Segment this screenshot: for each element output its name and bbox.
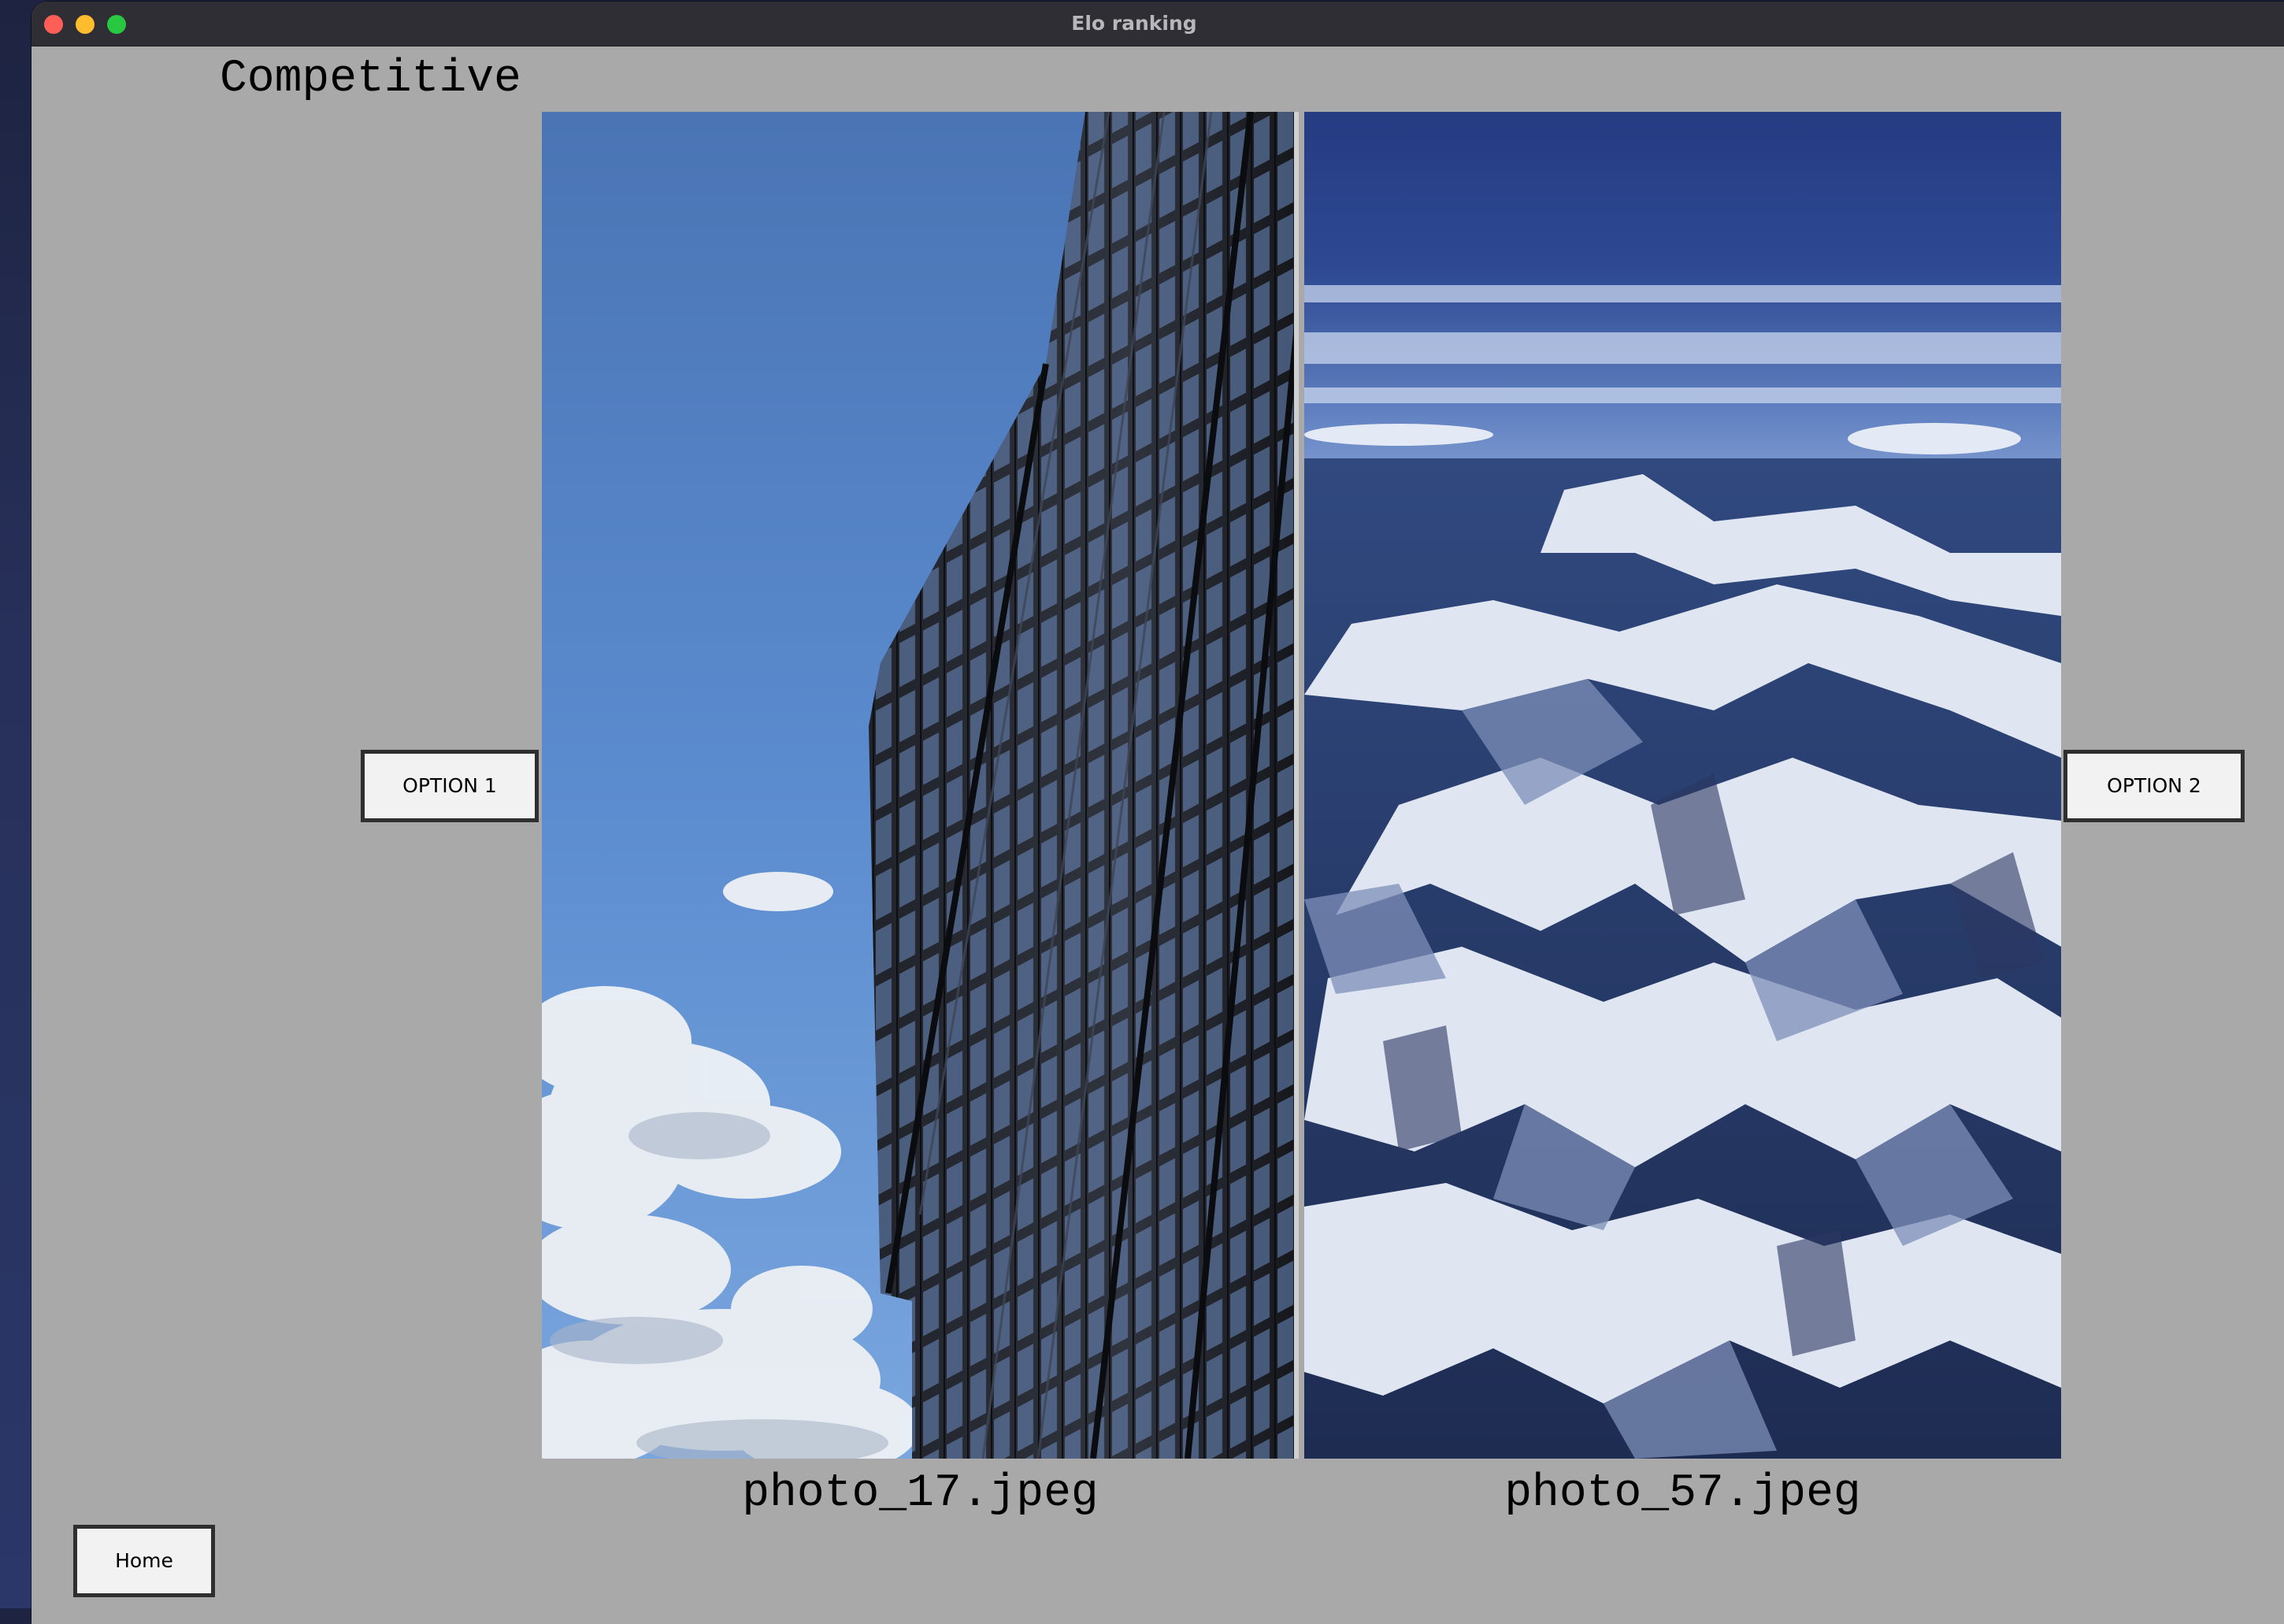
app-window: Elo ranking Competitive OPTION 1 OPTION … xyxy=(32,2,2284,1624)
option-2-image xyxy=(1304,112,2061,1459)
option-1-image xyxy=(542,112,1299,1459)
title-bar[interactable]: Elo ranking xyxy=(32,2,2284,46)
page-title: Competitive xyxy=(220,54,521,105)
option-2-filename: photo_57.jpeg xyxy=(1504,1468,1861,1519)
home-button[interactable]: Home xyxy=(73,1525,215,1597)
option-1-filename: photo_17.jpeg xyxy=(742,1468,1099,1519)
window-title: Elo ranking xyxy=(1071,12,1197,35)
option-2-button[interactable]: OPTION 2 xyxy=(2063,750,2245,822)
option-1-button[interactable]: OPTION 1 xyxy=(361,750,539,822)
